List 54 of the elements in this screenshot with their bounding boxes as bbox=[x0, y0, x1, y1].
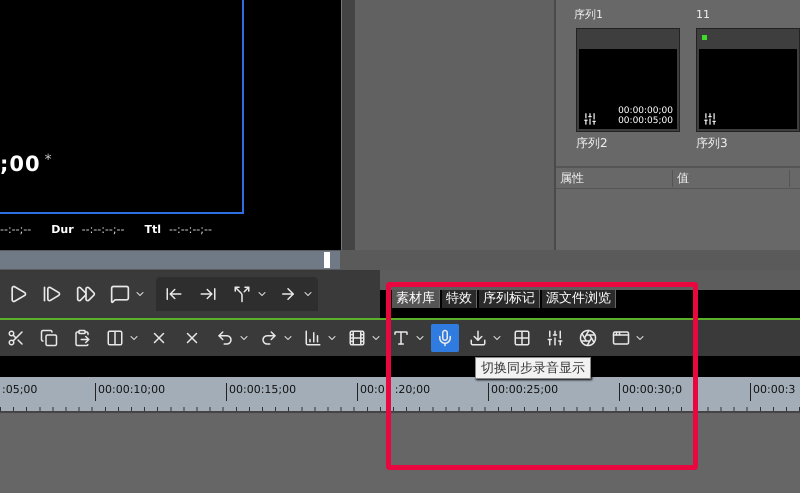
clip-caption: 序列2 bbox=[576, 135, 609, 152]
grid-icon bbox=[513, 329, 531, 347]
timecode: ;00 bbox=[0, 152, 41, 176]
ruler-label: :20;00 bbox=[394, 383, 430, 398]
window-icon bbox=[612, 329, 630, 347]
duration-label: Dur bbox=[51, 222, 74, 236]
timeline-ruler[interactable]: :05;00 00:00:10;00 00:00:15;00 00:0 :20;00 00:00:25;00 00:00:30;0 00:00:3 bbox=[0, 377, 800, 411]
step-icon bbox=[42, 284, 62, 304]
clips-icon bbox=[106, 329, 124, 347]
total-timecode: --:--:--;-- bbox=[169, 222, 212, 236]
microphone-button[interactable] bbox=[431, 324, 459, 352]
total-label: Ttl bbox=[144, 222, 162, 236]
ruler-label: 00:00:10;00 bbox=[98, 383, 166, 398]
ruler-label: 00:0 bbox=[360, 383, 385, 398]
bin-label: 11 bbox=[694, 8, 711, 20]
clip-thumbnail[interactable]: 00:00:00;00 00:00:05;00 bbox=[576, 28, 680, 132]
bin-label: 序列1 bbox=[572, 6, 604, 22]
paste-icon bbox=[73, 329, 91, 347]
clip-thumbnail[interactable] bbox=[696, 28, 800, 132]
undo-icon bbox=[216, 329, 234, 347]
mixer-icon bbox=[546, 329, 564, 347]
timecode-mark: * bbox=[44, 152, 52, 168]
column-header: 属性 bbox=[556, 170, 673, 186]
panel-tab[interactable]: 序列标记 bbox=[479, 290, 540, 308]
duration-timecode: --:--:--;-- bbox=[82, 222, 124, 236]
clip-timecodes: 00:00:00;00 00:00:05;00 bbox=[618, 106, 673, 126]
audio-level-icon bbox=[304, 329, 322, 347]
insert-icon bbox=[279, 285, 297, 303]
redo-icon bbox=[260, 329, 278, 347]
monitor-icon bbox=[110, 284, 130, 304]
panel-tab[interactable]: 特效 bbox=[442, 290, 477, 308]
ruler-label: 00:00:3 bbox=[753, 383, 796, 398]
cut-icon bbox=[7, 329, 25, 347]
mark-in-icon bbox=[165, 285, 183, 303]
split-icon bbox=[233, 285, 251, 303]
ruler-label: :05;00 bbox=[2, 383, 38, 398]
panel-tab[interactable]: 素材库 bbox=[392, 290, 440, 308]
in-timecode: --:--;-- bbox=[0, 222, 32, 236]
tooltip: 切换同步录音显示 bbox=[475, 357, 591, 379]
render-icon bbox=[348, 329, 366, 347]
ruler-label: 00:00:30;0 bbox=[622, 383, 682, 398]
title-icon bbox=[392, 329, 410, 347]
export-icon bbox=[469, 329, 487, 347]
column-header: 值 bbox=[672, 170, 790, 186]
ruler-label: 00:00:25;00 bbox=[491, 383, 558, 398]
fast-forward-icon bbox=[76, 284, 96, 304]
splitter-bar[interactable] bbox=[340, 0, 355, 250]
panel-tab[interactable]: 源文件浏览 bbox=[542, 290, 616, 308]
mark-out-icon bbox=[199, 285, 217, 303]
scrub-handle[interactable] bbox=[324, 252, 330, 268]
ruler-label: 00:00:15;00 bbox=[229, 383, 296, 398]
microphone-icon bbox=[436, 329, 454, 347]
copy-icon bbox=[40, 329, 58, 347]
clip-caption: 序列3 bbox=[696, 135, 729, 152]
